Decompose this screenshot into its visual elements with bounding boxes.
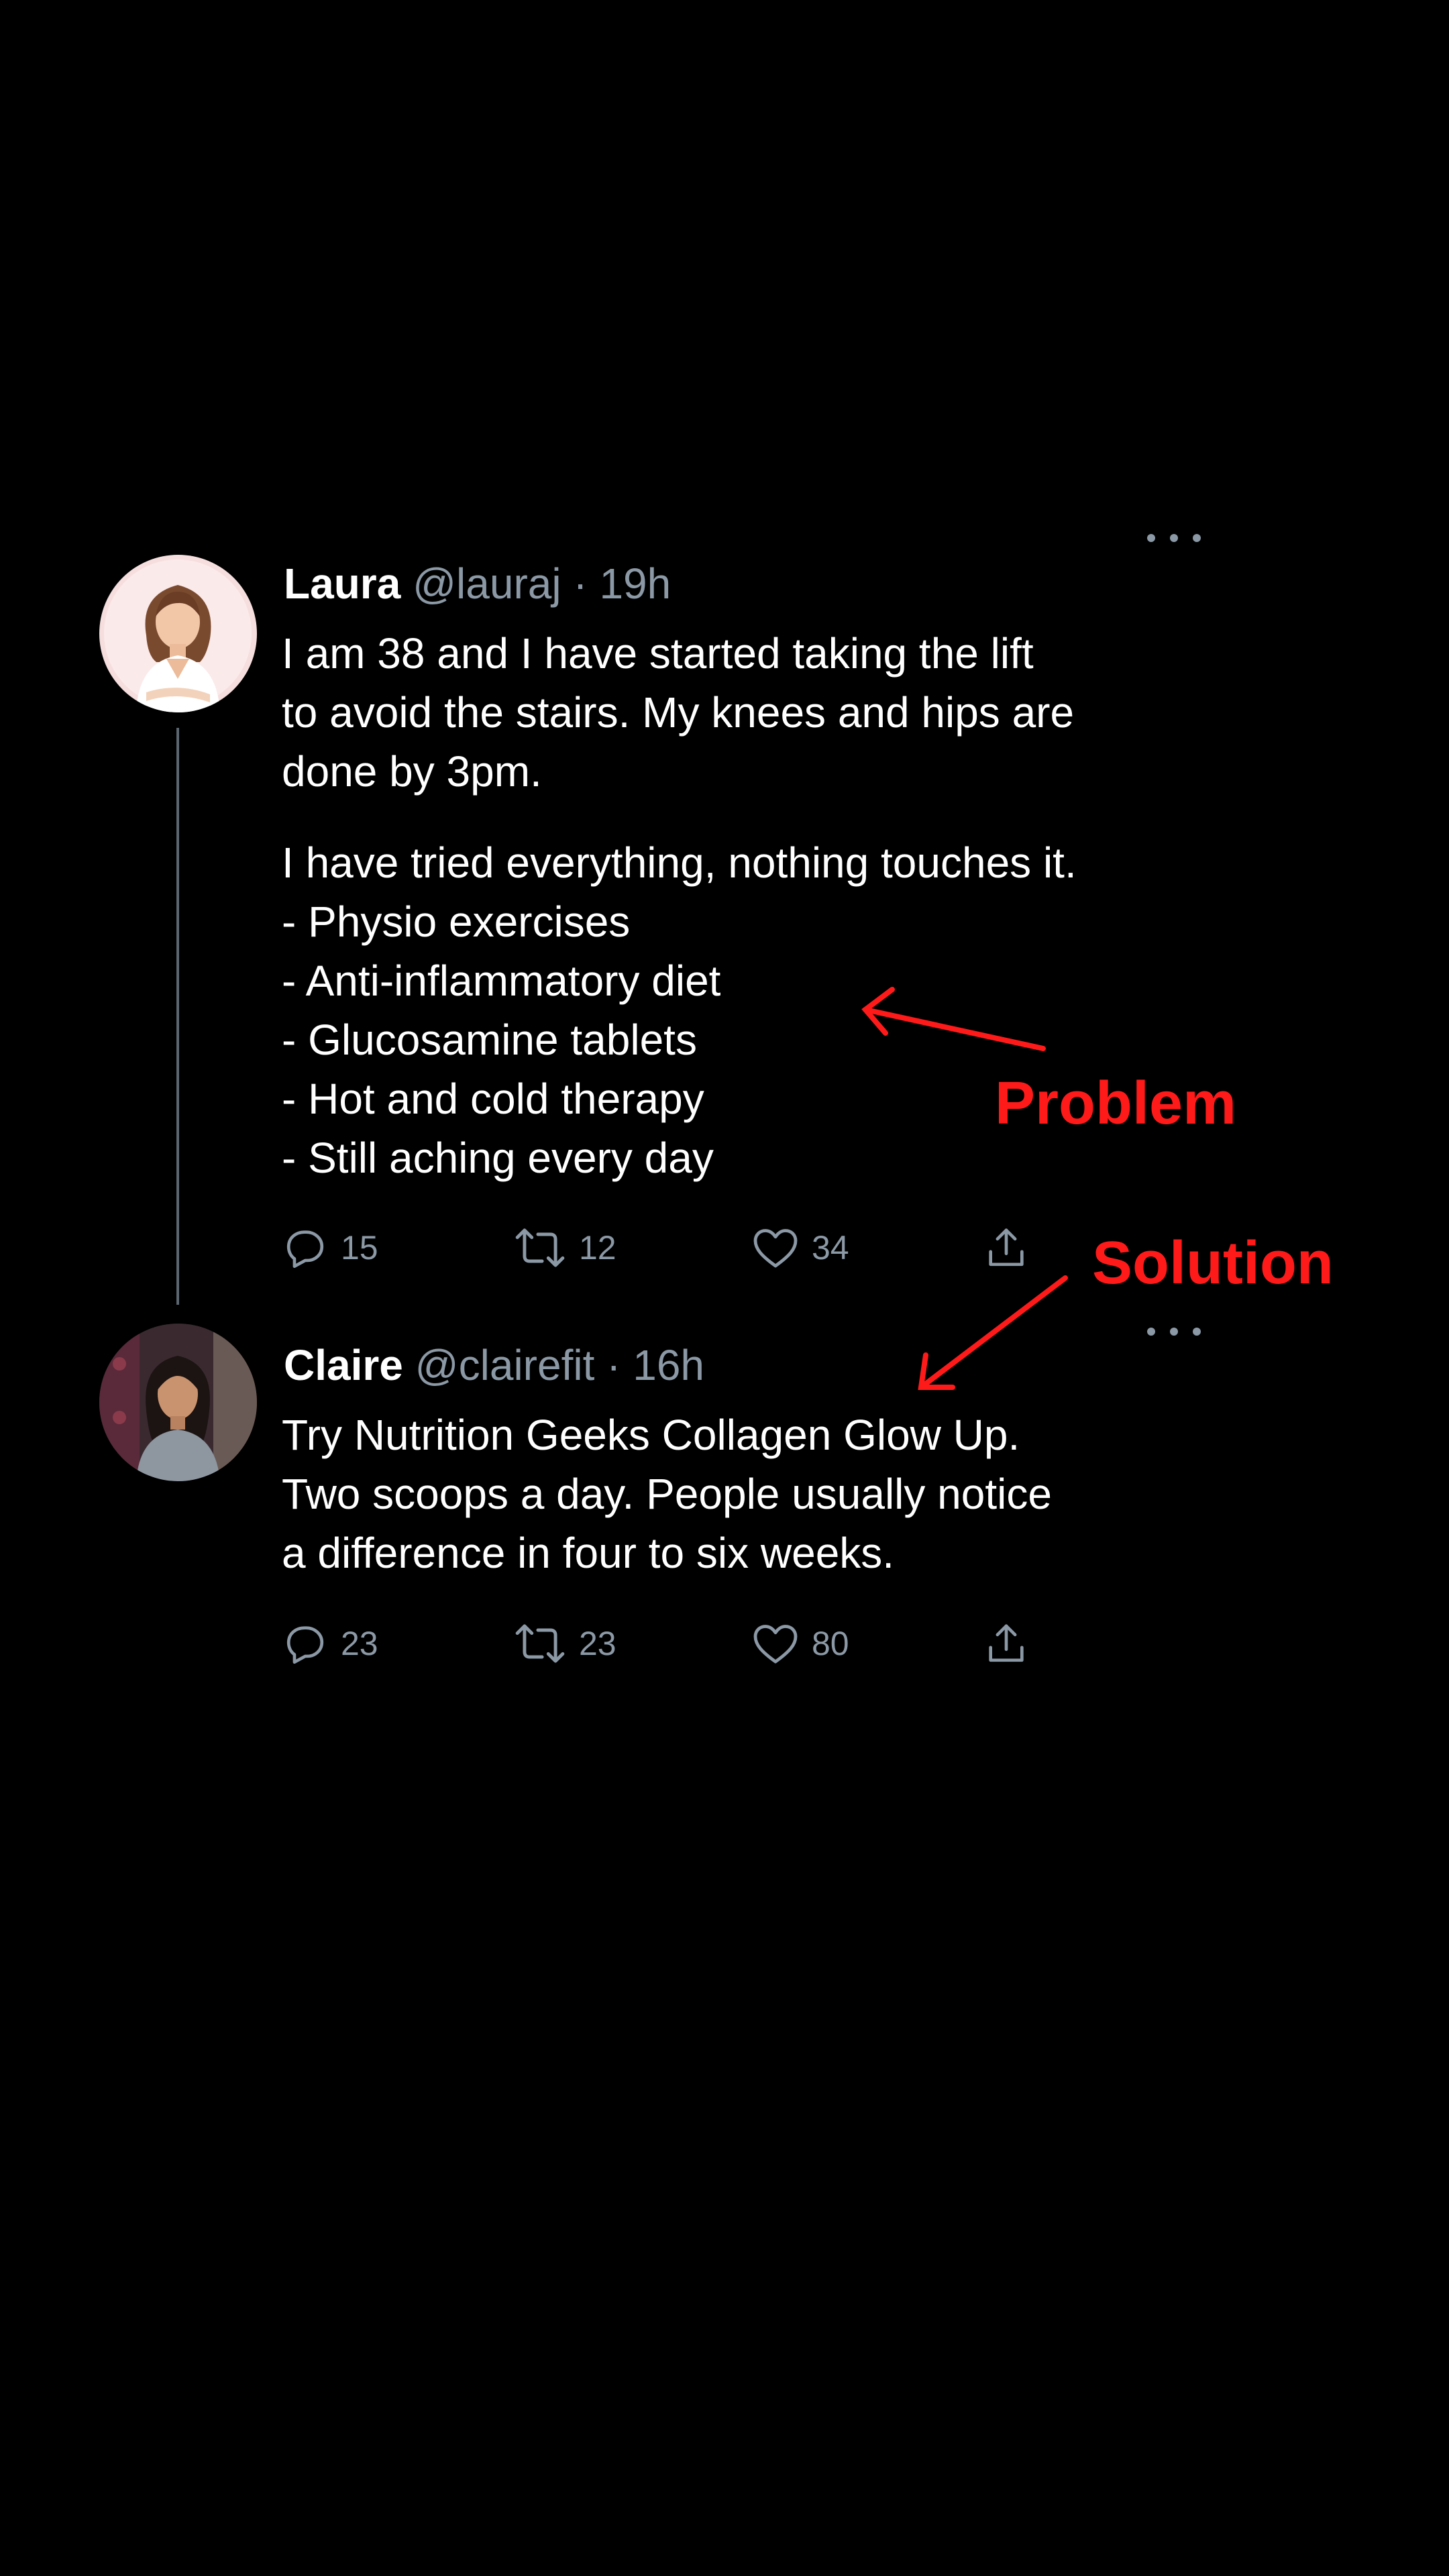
solution-arrow	[918, 1275, 1068, 1390]
problem-annotation: Problem	[995, 1070, 1237, 1137]
problem-arrow	[861, 987, 1046, 1051]
solution-annotation: Solution	[1092, 1230, 1334, 1297]
